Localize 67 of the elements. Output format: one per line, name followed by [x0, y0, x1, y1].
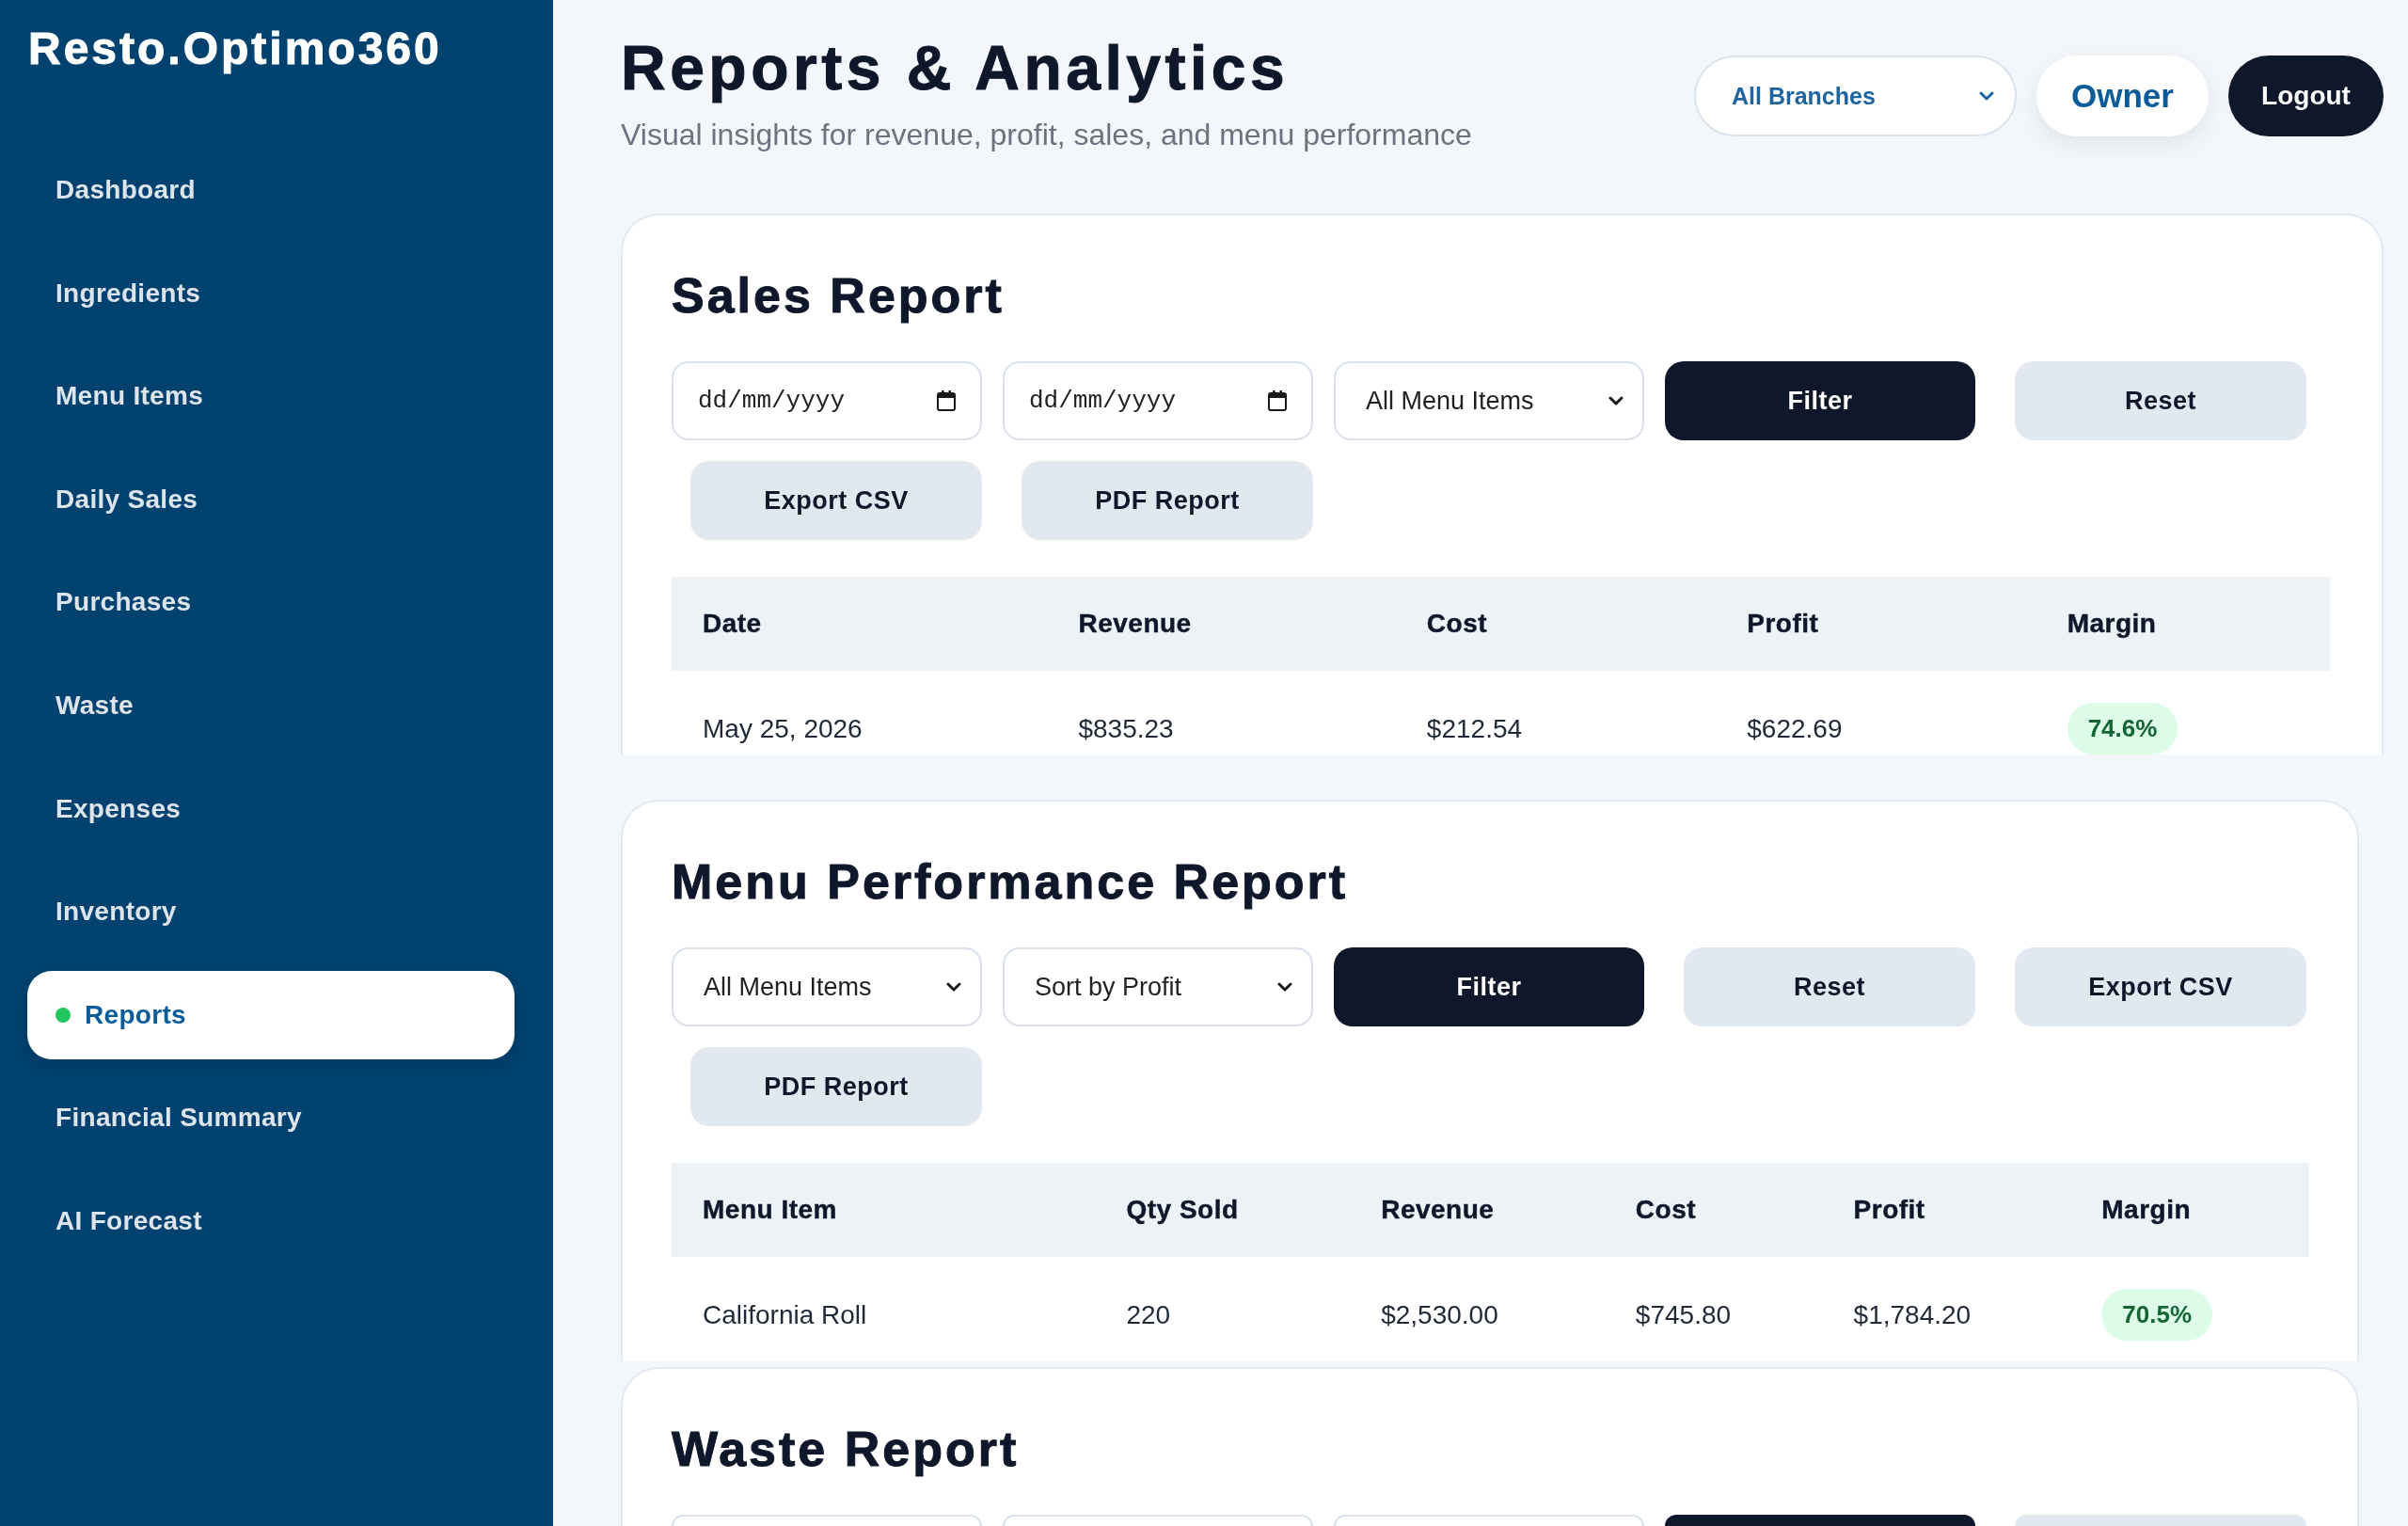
dropdown[interactable]: All Menu Items [1334, 361, 1644, 440]
dropdown[interactable]: All Menu Items [672, 947, 982, 1026]
column-header: Qty Sold [1125, 1195, 1240, 1225]
nav-item[interactable]: Daily Sales [27, 454, 515, 544]
nav-item[interactable]: Menu Items [27, 352, 515, 441]
section-title: Menu Performance Report [672, 853, 1350, 911]
table-cell-text: 220 [1125, 1298, 1172, 1331]
nav-item[interactable]: Reports [27, 970, 515, 1059]
nav-item[interactable]: Waste [27, 660, 515, 750]
column-header: Revenue [1380, 1195, 1496, 1225]
nav-item[interactable]: Ingredients [27, 248, 515, 338]
table-cell-text: $212.54 [1425, 712, 1524, 745]
calendar-icon [937, 390, 956, 411]
date-field[interactable]: dd/mm/yyyy [1003, 361, 1313, 440]
input-field[interactable] [1334, 1515, 1644, 1526]
logout-button[interactable]: Logout [2228, 56, 2384, 136]
page-subtitle: Visual insights for revenue, profit, sales, and menu performance [621, 117, 1472, 152]
table-cell-text: $2,530.00 [1380, 1298, 1499, 1331]
branch-dropdown[interactable]: All Branches [1694, 56, 2017, 136]
app-logo: Resto.Optimo360 [28, 23, 443, 75]
column-header: Date [702, 609, 763, 639]
input-field[interactable] [1003, 1515, 1313, 1526]
button[interactable]: Filter [1334, 947, 1644, 1026]
table-cell-text: May 25, 2026 [702, 712, 863, 745]
margin-badge: 74.6% [2067, 703, 2178, 755]
dropdown[interactable]: Sort by Profit [1003, 947, 1313, 1026]
table-cell-text: $622.69 [1746, 712, 1844, 745]
nav-item[interactable]: Purchases [27, 558, 515, 647]
nav-item[interactable]: Inventory [27, 867, 515, 957]
button[interactable]: Filter [1665, 361, 1975, 440]
column-header: Margin [2100, 1195, 2193, 1225]
button[interactable]: Reset [2015, 361, 2306, 440]
page-title: Reports & Analytics [621, 34, 1290, 103]
table-cell-text: California Roll [702, 1298, 868, 1331]
chevron-down-icon [1277, 982, 1292, 992]
button[interactable]: Export CSV [690, 461, 982, 540]
nav-item[interactable]: Dashboard [27, 146, 515, 234]
column-header: Cost [1634, 1195, 1698, 1225]
column-header: Margin [2066, 609, 2158, 639]
nav-item[interactable]: AI Forecast [27, 1176, 515, 1265]
button[interactable] [1665, 1515, 1975, 1526]
column-header: Profit [1746, 609, 1820, 639]
chevron-down-icon [1979, 91, 1994, 101]
column-header: Revenue [1077, 609, 1193, 639]
section-title: Sales Report [672, 267, 1006, 325]
chevron-down-icon [1608, 396, 1624, 405]
date-field[interactable]: dd/mm/yyyy [672, 361, 982, 440]
dot-icon [55, 1007, 71, 1023]
table-cell-text: $1,784.20 [1852, 1298, 1972, 1331]
button[interactable]: Reset [1684, 947, 1975, 1026]
button[interactable]: PDF Report [1022, 461, 1313, 540]
section-title: Waste Report [672, 1421, 1021, 1478]
column-header: Profit [1852, 1195, 1926, 1225]
nav-item[interactable]: Financial Summary [27, 1073, 515, 1163]
margin-badge: 70.5% [2101, 1289, 2212, 1341]
chevron-down-icon [946, 982, 961, 992]
input-field[interactable] [672, 1515, 982, 1526]
table-cell-text: $835.23 [1077, 712, 1175, 745]
button[interactable] [2015, 1515, 2306, 1526]
button[interactable]: PDF Report [690, 1047, 982, 1126]
button[interactable]: Export CSV [2015, 947, 2306, 1026]
role-button[interactable]: Owner [2036, 56, 2209, 136]
column-header: Menu Item [702, 1195, 838, 1225]
column-header: Cost [1425, 609, 1489, 639]
table-cell-text: $745.80 [1634, 1298, 1733, 1331]
calendar-icon [1268, 390, 1287, 411]
nav-item[interactable]: Expenses [27, 764, 515, 853]
